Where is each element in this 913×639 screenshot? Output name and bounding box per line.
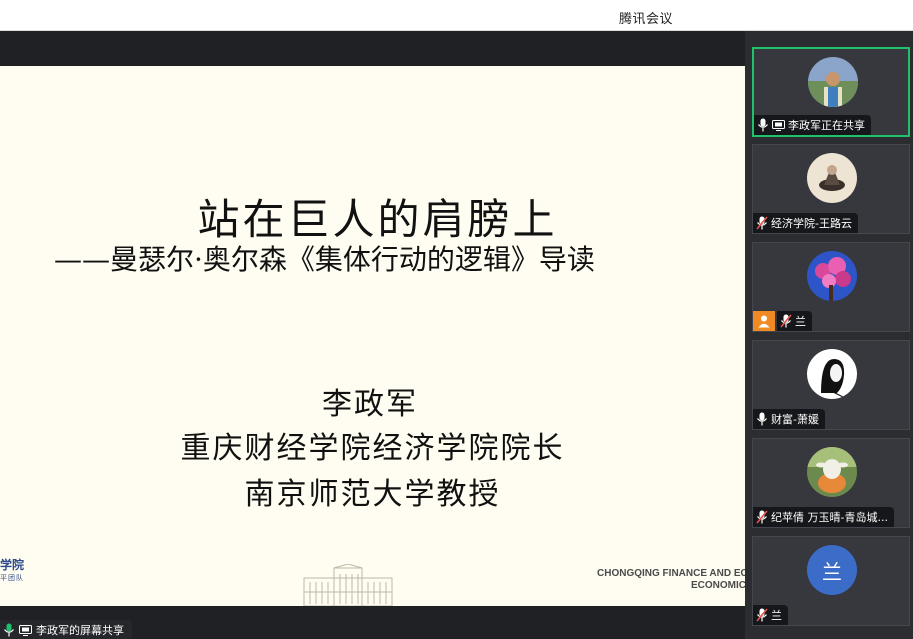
participant-name: 李政军正在共享 — [788, 119, 865, 132]
participant-tile[interactable]: 李政军正在共享 — [752, 47, 910, 137]
screen-share-label: 李政军的屏幕共享 — [36, 624, 124, 637]
participant-name-bar: 财富-萧媛 — [753, 409, 825, 429]
microphone-muted-icon — [756, 608, 768, 622]
participant-tile[interactable]: 兰 — [752, 242, 910, 332]
slide-footer-line1: CHONGQING FINANCE AND ECO — [597, 568, 745, 579]
slide-subtitle: ——曼瑟尔·奥尔森《集体行动的逻辑》导读 — [54, 243, 595, 276]
microphone-icon — [4, 623, 14, 637]
screen-share-tag: 李政军的屏幕共享 — [0, 620, 132, 639]
presentation-slide: 站在巨人的肩膀上 ——曼瑟尔·奥尔森《集体行动的逻辑》导读 李政军 重庆财经学院… — [0, 66, 745, 606]
participant-tile[interactable]: 财富-萧媛 — [752, 340, 910, 430]
participant-name-bar: 兰 — [753, 605, 788, 625]
host-badge — [753, 311, 775, 331]
participant-sidebar[interactable]: 李政军正在共享 经济学院-王路云 兰 财富-萧媛 纪苹倩 万玉晴-青岛城... … — [745, 31, 913, 639]
avatar: 兰 — [807, 545, 857, 595]
window-title: 腾讯会议 — [618, 12, 673, 27]
presenter-affiliation-2: 南京师范大学教授 — [244, 477, 501, 512]
shared-screen-area[interactable]: 站在巨人的肩膀上 ——曼瑟尔·奥尔森《集体行动的逻辑》导读 李政军 重庆财经学院… — [0, 31, 745, 639]
participant-name-bar: 经济学院-王路云 — [753, 213, 858, 233]
microphone-muted-icon — [756, 216, 768, 230]
avatar — [808, 57, 858, 107]
avatar — [807, 153, 857, 203]
participant-name-bar: 兰 — [777, 311, 812, 331]
title-bar: 腾讯会议 — [0, 0, 913, 31]
person-icon — [758, 315, 770, 328]
participant-name: 兰 — [795, 315, 806, 328]
participant-name: 纪苹倩 万玉晴-青岛城... — [771, 511, 888, 524]
avatar-letter: 兰 — [822, 559, 842, 584]
participant-name: 兰 — [771, 609, 782, 622]
participant-name: 经济学院-王路云 — [771, 217, 852, 230]
screen-share-icon — [19, 624, 32, 636]
participant-tile[interactable]: 纪苹倩 万玉晴-青岛城... — [752, 438, 910, 528]
participant-name-bar: 李政军正在共享 — [754, 115, 871, 135]
presenter-name: 李政军 — [322, 387, 418, 422]
screen-share-icon — [772, 119, 785, 131]
participant-name: 财富-萧媛 — [771, 413, 819, 426]
microphone-icon — [757, 412, 767, 426]
school-logo: 学院 平团队 — [0, 558, 25, 582]
presenter-affiliation-1: 重庆财经学院经济学院院长 — [180, 431, 565, 466]
microphone-muted-icon — [756, 510, 768, 524]
microphone-icon — [758, 118, 768, 132]
participant-tile[interactable]: 经济学院-王路云 — [752, 144, 910, 234]
avatar — [807, 349, 857, 399]
slide-footer-line2: ECONOMICS — [691, 580, 745, 591]
avatar — [807, 251, 857, 301]
microphone-muted-icon — [780, 314, 792, 328]
participant-tile[interactable]: 兰 兰 — [752, 536, 910, 626]
avatar — [807, 447, 857, 497]
participant-name-bar: 纪苹倩 万玉晴-青岛城... — [753, 507, 894, 527]
building-illustration — [303, 564, 393, 606]
